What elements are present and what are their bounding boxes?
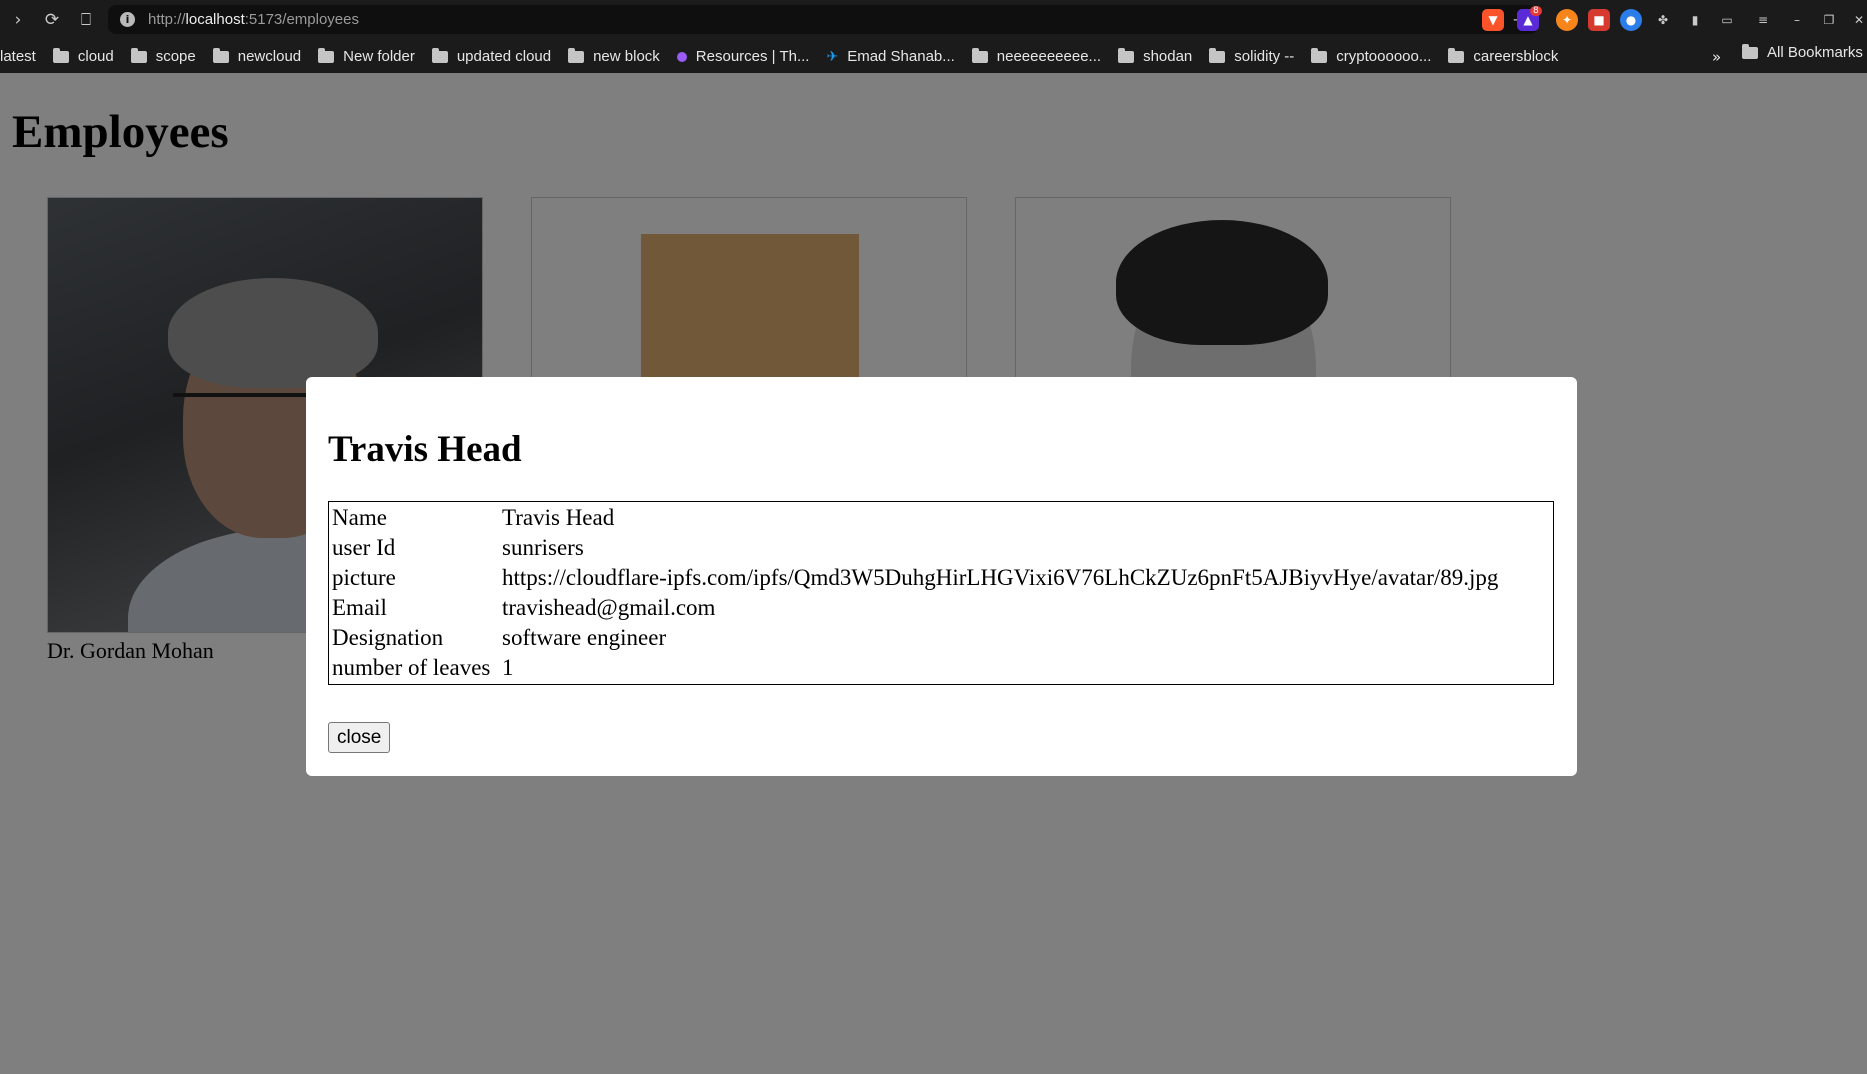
all-bookmarks-label: All Bookmarks: [1767, 44, 1863, 61]
bookmark-item[interactable]: New folder: [318, 47, 415, 65]
brave-shields-icon[interactable]: ▼: [1482, 9, 1504, 31]
wallet-icon[interactable]: ▭: [1716, 9, 1738, 31]
all-bookmarks-button[interactable]: All Bookmarks: [1742, 43, 1863, 61]
employee-detail-table: Name Travis Head user Id sunrisers picture…: [328, 501, 1554, 685]
folder-icon: [1311, 47, 1328, 63]
row-key: number of leaves: [332, 655, 491, 680]
folder-icon: [431, 47, 448, 63]
menu-icon[interactable]: ≡: [1752, 9, 1774, 31]
bookmark-item[interactable]: newcloud: [212, 47, 302, 65]
bookmark-label: new block: [593, 48, 660, 65]
bookmark-label: newcloud: [237, 48, 302, 65]
row-value: software engineer: [502, 625, 667, 650]
bookmark-label: scope: [155, 48, 196, 65]
bookmark-label: solidity --: [1234, 48, 1295, 65]
url-text[interactable]: http://localhost:5173/employees: [148, 11, 359, 28]
folder-icon: [130, 47, 147, 63]
extension-blue-icon[interactable]: ●: [1620, 9, 1642, 31]
reload-icon[interactable]: ⟳: [40, 8, 64, 32]
row-value: Travis Head: [502, 505, 615, 530]
browser-toolbar: › ⟳ ⎕ i http://localhost:5173/employees …: [0, 0, 1867, 40]
folder-icon: [52, 47, 69, 63]
minimize-icon[interactable]: –: [1786, 9, 1808, 31]
folder-icon: [568, 47, 585, 63]
bookmark-item[interactable]: latest: [0, 48, 36, 65]
extension-red-icon[interactable]: ■: [1588, 9, 1610, 31]
folder-icon: [212, 47, 229, 63]
bookmark-item[interactable]: new block: [568, 47, 660, 65]
bookmark-item[interactable]: shodan: [1118, 47, 1193, 65]
bookmark-item[interactable]: updated cloud: [431, 47, 552, 65]
bookmark-label: Resources | Th...: [695, 48, 810, 65]
bookmark-item[interactable]: ✈ Emad Shanab...: [826, 48, 954, 65]
bookmark-label: shodan: [1143, 48, 1193, 65]
bookmark-label: Emad Shanab...: [847, 48, 955, 65]
bookmark-label: latest: [0, 48, 36, 65]
folder-icon: [1209, 47, 1226, 63]
url-scheme: http://: [148, 11, 186, 28]
modal-title: Travis Head: [328, 429, 522, 470]
bookmark-label: neeeeeeeeee...: [996, 48, 1102, 65]
browser-chrome: › ⟳ ⎕ i http://localhost:5173/employees …: [0, 0, 1867, 73]
sidebar-toggle-icon[interactable]: ▮: [1684, 9, 1706, 31]
row-key: picture: [332, 565, 396, 590]
twitter-icon: ✈: [826, 48, 839, 65]
table-row: picture https://cloudflare-ipfs.com/ipfs/…: [331, 564, 1551, 592]
bookmark-label: New folder: [343, 48, 415, 65]
row-key: Email: [332, 595, 387, 620]
table-row: number of leaves 1: [331, 654, 1551, 682]
bookmarks-overflow-button[interactable]: »: [1712, 48, 1721, 66]
bookmark-item[interactable]: careersblock: [1448, 47, 1559, 65]
url-path: :5173/employees: [244, 11, 359, 28]
row-key: Name: [332, 505, 387, 530]
table-row: user Id sunrisers: [331, 534, 1551, 562]
bookmark-page-icon[interactable]: ⎕: [74, 8, 98, 32]
row-key: user Id: [332, 535, 396, 560]
table-row: Name Travis Head: [331, 504, 1551, 532]
folder-icon: [1118, 47, 1135, 63]
row-value: 1: [502, 655, 514, 680]
bookmark-item[interactable]: Resources | Th...: [676, 48, 810, 65]
url-host: localhost: [185, 11, 245, 28]
close-button[interactable]: close: [328, 722, 391, 753]
table-row: Email travishead@gmail.com: [331, 594, 1551, 622]
bookmark-item[interactable]: solidity --: [1209, 47, 1295, 65]
table-row: Designation software engineer: [331, 624, 1551, 652]
bookmark-item[interactable]: cryptoooooo...: [1311, 47, 1432, 65]
bookmark-item[interactable]: neeeeeeeeee...: [971, 47, 1102, 65]
row-value: https://cloudflare-ipfs.com/ipfs/Qmd3W5D…: [502, 565, 1499, 590]
dot-icon: [676, 51, 687, 62]
rewards-badge: 8: [1530, 6, 1542, 16]
folder-icon: [318, 47, 335, 63]
forward-icon[interactable]: ›: [6, 8, 30, 32]
close-window-icon[interactable]: ✕: [1848, 9, 1867, 31]
folder-icon: [971, 47, 988, 63]
restore-icon[interactable]: ❐: [1818, 9, 1840, 31]
bookmark-label: cloud: [77, 48, 114, 65]
bookmark-label: cryptoooooo...: [1336, 48, 1432, 65]
bookmark-item[interactable]: scope: [130, 47, 196, 65]
bookmark-label: careersblock: [1473, 48, 1559, 65]
metamask-icon[interactable]: ✦: [1556, 9, 1578, 31]
bookmark-label: updated cloud: [456, 48, 552, 65]
row-value: sunrisers: [502, 535, 584, 560]
row-value: travishead@gmail.com: [502, 595, 716, 620]
bookmark-item[interactable]: cloud: [52, 47, 114, 65]
folder-icon: [1448, 47, 1465, 63]
extensions-puzzle-icon[interactable]: ✤: [1652, 9, 1674, 31]
site-info-icon[interactable]: i: [120, 12, 135, 27]
folder-icon: [1742, 43, 1758, 59]
row-key: Designation: [332, 625, 444, 650]
bookmarks-bar: latest cloud scope newcloud New folder u…: [0, 40, 1867, 73]
address-bar[interactable]: i http://localhost:5173/employees ⊕ ⋲: [108, 5, 1538, 34]
employee-detail-modal: Travis Head Name Travis Head user Id sunri…: [306, 377, 1577, 776]
